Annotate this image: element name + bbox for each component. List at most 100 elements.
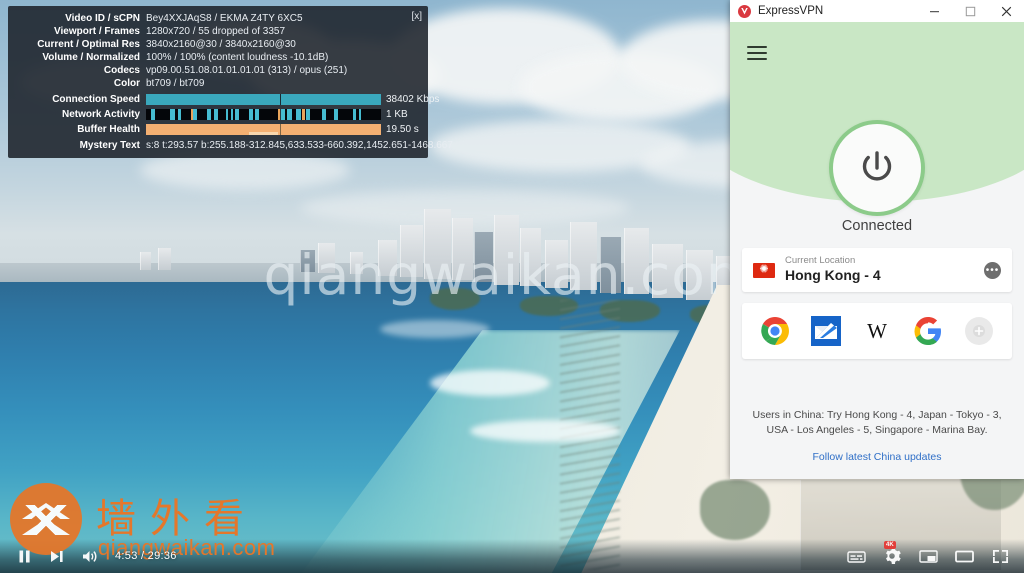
power-icon [862, 151, 892, 181]
location-name: Hong Kong - 4 [785, 267, 881, 284]
vpn-titlebar[interactable]: ExpressVPN [730, 0, 1024, 22]
vpn-body: Current Location Hong Kong - 4 ••• [730, 240, 1024, 370]
chrome-shortcut[interactable] [759, 315, 791, 347]
buffer-health-row: Buffer Health 19.50 s [12, 123, 422, 136]
stats-value: bt709 / bt709 [146, 77, 205, 89]
close-button[interactable] [988, 0, 1024, 22]
stats-label: Codecs [103, 64, 140, 76]
settings-button[interactable]: 4K [882, 541, 902, 566]
building [686, 250, 713, 300]
china-tip-text: Users in China: Try Hong Kong - 4, Japan… [752, 408, 1002, 436]
vpn-footer: Users in China: Try Hong Kong - 4, Japan… [730, 408, 1024, 479]
volume-button[interactable] [80, 546, 100, 566]
network-activity-value: 1 KB [386, 108, 408, 120]
stats-label: Buffer Health [77, 123, 140, 135]
surf [380, 320, 490, 338]
stats-row: Viewport / Frames 1280x720 / 55 dropped … [12, 25, 422, 38]
time-display: 4:53 / 29:36 [115, 550, 177, 562]
subtitles-button[interactable] [846, 546, 866, 566]
stats-label: Viewport / Frames [54, 25, 140, 37]
shortcuts-card: W [742, 303, 1012, 359]
stats-value: vp09.00.51.08.01.01.01.01 (313) / opus (… [146, 64, 348, 76]
stats-label: Volume / Normalized [42, 51, 140, 63]
building [570, 222, 597, 290]
controls-left-group: 4:53 / 29:36 [0, 546, 177, 566]
building [158, 248, 171, 270]
stats-label: Connection Speed [52, 93, 140, 105]
building [545, 240, 568, 288]
google-shortcut[interactable] [912, 315, 944, 347]
connection-speed-graph [146, 94, 381, 105]
maximize-button[interactable] [952, 0, 988, 22]
building [300, 250, 315, 272]
mail-shortcut[interactable] [810, 315, 842, 347]
building [140, 252, 151, 270]
building [350, 252, 363, 274]
vegetation [700, 480, 770, 540]
china-updates-link[interactable]: Follow latest China updates [813, 451, 942, 463]
menu-icon[interactable] [747, 46, 767, 61]
building [452, 218, 473, 280]
mystery-text-value: s:8 t:293.57 b:255.188-312.845,633.533-6… [146, 139, 453, 151]
location-label: Current Location [785, 255, 856, 267]
stats-row: Color bt709 / bt709 [12, 77, 422, 90]
fullscreen-button[interactable] [990, 546, 1010, 566]
chrome-icon [761, 317, 790, 345]
stats-for-nerds-panel: [x] Video ID / sCPN Bey4XXJAqS8 / EKMA Z… [8, 6, 453, 158]
expressvpn-window: ExpressVPN Connected ✺ Current Location … [730, 0, 1024, 479]
logo-chinese-text: 墙外看 [96, 496, 258, 542]
google-icon [914, 317, 941, 345]
building [520, 228, 541, 286]
building [624, 228, 649, 294]
stats-label: Current / Optimal Res [37, 38, 140, 50]
building [378, 240, 397, 276]
quality-badge: 4K [884, 541, 896, 549]
stats-value: 100% / 100% (content loudness -10.1dB) [146, 51, 329, 63]
network-activity-graph [146, 109, 381, 120]
buffer-health-graph [146, 124, 381, 135]
add-shortcut[interactable] [963, 315, 995, 347]
buffer-health-value: 19.50 s [386, 123, 419, 135]
location-options-icon[interactable]: ••• [984, 261, 1001, 279]
theater-mode-button[interactable] [954, 546, 974, 566]
stats-label: Network Activity [62, 108, 140, 120]
building [400, 225, 423, 277]
vegetation [430, 288, 480, 310]
window-controls [916, 0, 1024, 22]
surf [470, 420, 620, 442]
connection-speed-value: 38402 Kbps [386, 93, 440, 105]
screen-root: qiangwaikan.com 墙外看 qiangwaikan.com [x] … [0, 0, 1024, 573]
stats-label: Mystery Text [79, 139, 140, 151]
plus-circle-icon [964, 317, 993, 345]
connection-speed-row: Connection Speed 38402 Kbps [12, 93, 439, 106]
minimize-button[interactable] [916, 0, 952, 22]
location-texts: Current Location Hong Kong - 4 [785, 255, 881, 284]
stats-row: Codecs vp09.00.51.08.01.01.01.01 (313) /… [12, 64, 422, 77]
wikipedia-shortcut[interactable]: W [861, 315, 893, 347]
stats-value: Bey4XXJAqS8 / EKMA Z4TY 6XC5 [146, 12, 303, 24]
video-controls-bar: 4:53 / 29:36 4K [0, 539, 1024, 573]
connection-status: Connected [841, 218, 913, 234]
stats-row: Volume / Normalized 100% / 100% (content… [12, 51, 422, 64]
building [652, 244, 683, 298]
current-location-card[interactable]: Current Location Hong Kong - 4 ••• [742, 248, 1012, 292]
expressvpn-logo-icon [738, 4, 751, 18]
hong-kong-flag-icon [753, 262, 775, 278]
vpn-hero: Connected [730, 22, 1024, 240]
power-toggle-button[interactable] [829, 120, 925, 216]
building [424, 209, 451, 279]
building [474, 232, 493, 282]
building [494, 215, 519, 285]
stats-label: Video ID / sCPN [65, 12, 140, 24]
controls-right-group: 4K [846, 541, 1024, 566]
stats-value: 1280x720 / 55 dropped of 3357 [146, 25, 286, 37]
next-video-button[interactable] [47, 546, 67, 566]
mail-icon [811, 316, 842, 346]
mystery-text-row: Mystery Text s:8 t:293.57 b:255.188-312.… [12, 139, 453, 152]
miniplayer-button[interactable] [918, 546, 938, 566]
stats-row: Video ID / sCPN Bey4XXJAqS8 / EKMA Z4TY … [12, 12, 422, 25]
pause-button[interactable] [14, 546, 34, 566]
network-activity-row: Network Activity 1 KB [12, 108, 422, 121]
wikipedia-icon: W [867, 319, 887, 343]
stats-close-button[interactable]: [x] [411, 12, 422, 22]
